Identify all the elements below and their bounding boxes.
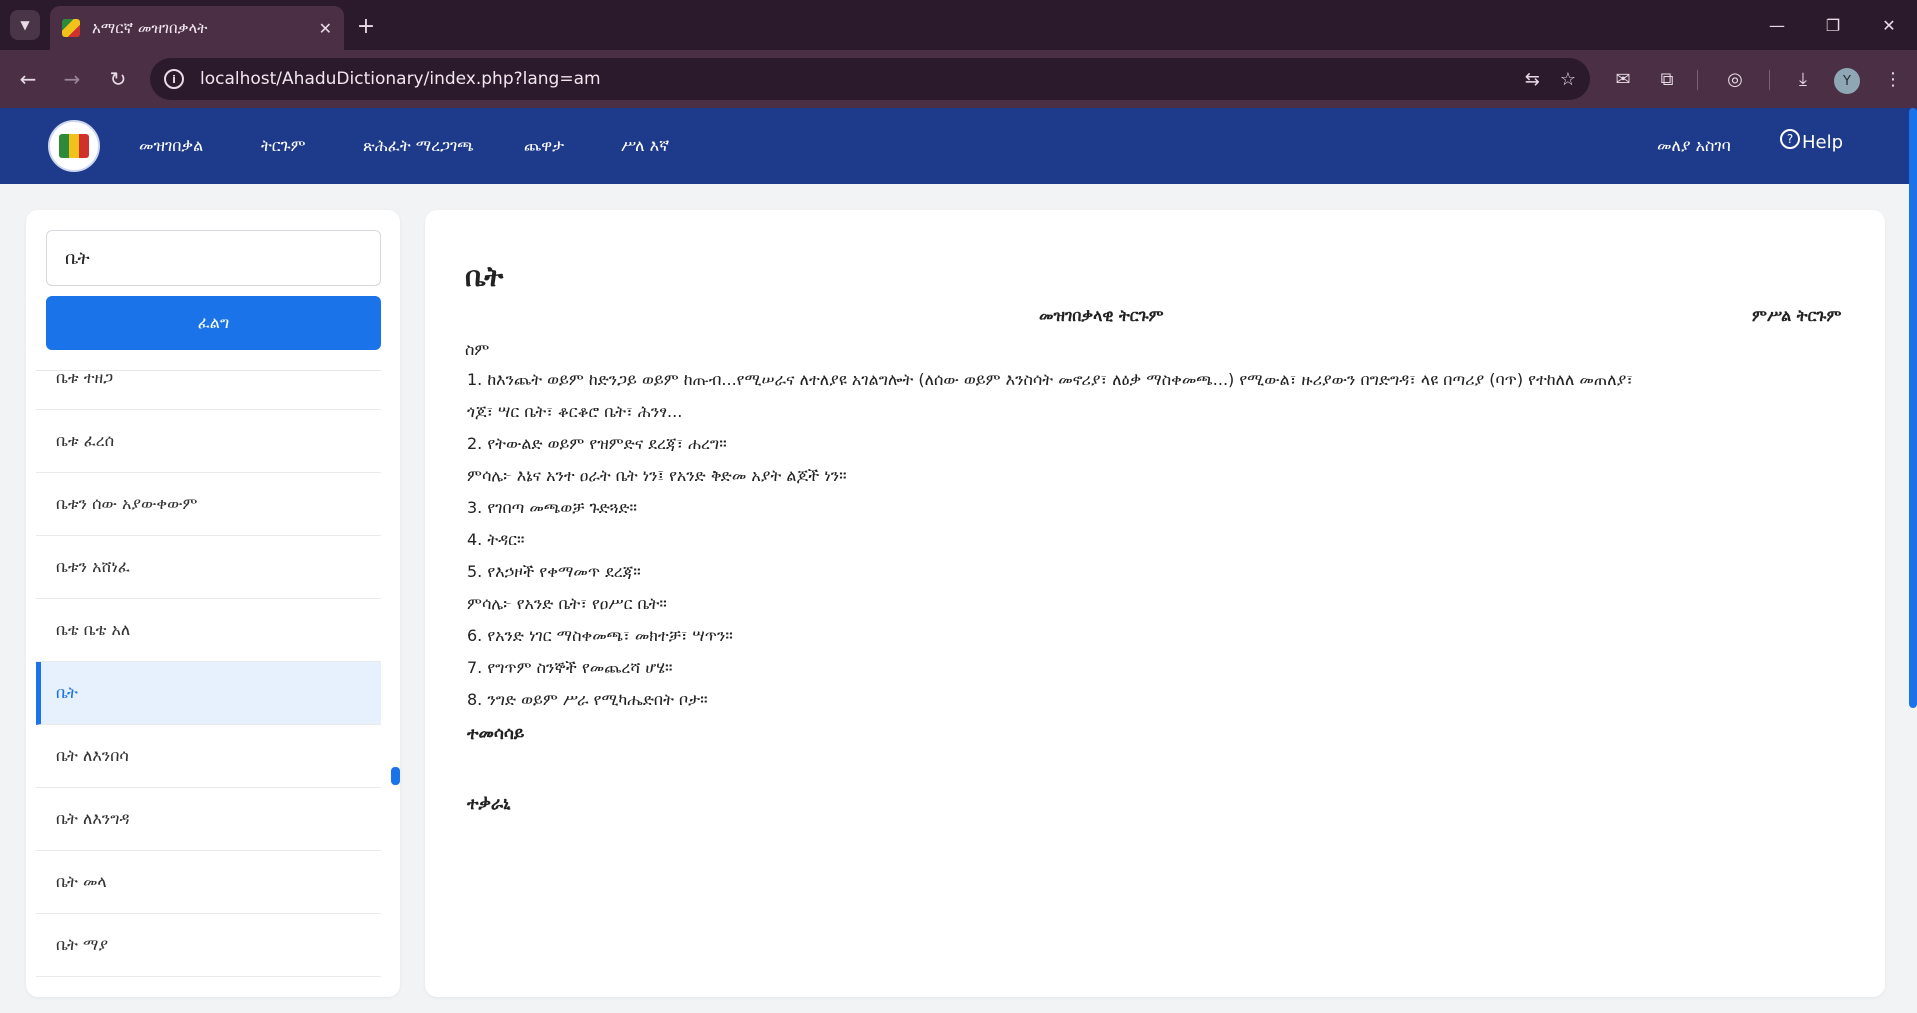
synonyms-heading: ተመሳሳይ [467,724,525,744]
part-of-speech: ስም [465,340,490,359]
nav-spell-check[interactable]: ጽሕፈት ማረጋገጫ [363,136,474,156]
example-column-heading: ምሥል ትርጉም [1752,306,1842,325]
search-input[interactable] [46,230,381,286]
browser-tab-active[interactable]: አማርኛ መዝገበቃላት ✕ [50,6,344,50]
mail-icon[interactable]: ✉ [1609,65,1637,93]
definition-line: 2. የትውልድ ወይም የዝምድና ደረጃ፣ ሐረግ። [467,434,727,453]
word-list-item[interactable]: ቤት መላ [36,851,381,914]
screenshot-icon[interactable]: ◎ [1721,65,1749,93]
tab-list-chevron-icon[interactable]: ▼ [10,10,40,40]
help-link[interactable]: ? Help [1780,128,1844,153]
word-list-item[interactable]: ቤቱ ፈረሰ [36,410,381,473]
browser-tab-bar: ▼ አማርኛ መዝገበቃላት ✕ + — ❐ ✕ [0,0,1917,50]
new-tab-button[interactable]: + [352,12,380,40]
word-list-item[interactable]: ቤት [36,662,381,725]
site-favicon-icon [62,19,80,37]
forward-arrow-icon[interactable]: → [58,65,86,93]
nav-about[interactable]: ሥለ እኛ [621,136,669,156]
word-list-items: ቤቱ ተዘጋ ቤቱ ፈረሰ ቤቱን ሰው አያውቀውም ቤቱን አሸነፈ ቤቴ ቤቴ አ… [36,371,381,997]
extensions-puzzle-icon[interactable]: ⧉ [1653,65,1681,93]
word-list-scrollbar[interactable] [391,767,400,785]
site-header: መዝገበቃል ትርጉም ጽሕፈት ማረጋገጫ ጨዋታ ሥለ እኛ መለያ አስገ… [0,108,1917,184]
profile-avatar[interactable]: Y [1834,68,1860,94]
site-info-icon[interactable]: i [164,69,184,89]
site-logo[interactable] [48,120,100,172]
definition-line: ምሳሌ፦ እኔና አንተ ዐራት ቤት ነን፤ የአንድ ቅድመ አያት ልጆች… [467,466,847,485]
browser-toolbar: ← → ↻ i localhost/AhaduDictionary/index.… [0,50,1917,108]
word-list[interactable]: ቤቱ ተዘጋ ቤቱ ፈረሰ ቤቱን ሰው አያውቀውም ቤቱን አሸነፈ ቤቴ ቤቴ አ… [36,370,381,997]
help-question-icon: ? [1780,128,1800,149]
word-list-item[interactable]: ቤቱን አሸነፈ [36,536,381,599]
definition-line: 6. የአንድ ነገር ማስቀመጫ፣ መክተቻ፣ ሣጥን። [467,626,733,645]
close-tab-icon[interactable]: ✕ [319,19,332,38]
download-icon[interactable]: ⤓ [1789,65,1817,93]
definition-line: 3. የገበጣ መጫወቻ ጉድጓድ። [467,498,638,517]
definition-line: ምሳሌ፦ የአንድ ቤት፣ የዐሥር ቤት። [467,594,667,613]
toolbar-divider [1697,70,1698,90]
back-arrow-icon[interactable]: ← [14,65,42,93]
word-list-item[interactable]: ቤቴ ቤቴ አለ [36,599,381,662]
definition-line: 7. የግጥም ስንኞች የመጨረሻ ሆሄ። [467,658,673,677]
reload-icon[interactable]: ↻ [104,65,132,93]
minimize-icon[interactable]: — [1762,10,1792,40]
word-list-item[interactable]: ቤት ለእንበሳ [36,725,381,788]
word-list-item[interactable]: ቤት ማያ [36,914,381,977]
definition-line: 4. ትዳር። [467,530,525,549]
close-window-icon[interactable]: ✕ [1874,10,1904,40]
word-list-item[interactable]: ቤት ለእንግዳ [36,788,381,851]
logo-flag-icon [59,134,89,158]
definition-line: 8. ንግድ ወይም ሥራ የሚካሔድበት ቦታ። [467,690,708,709]
translate-icon[interactable]: ⇆ [1525,69,1540,90]
restore-icon[interactable]: ❐ [1818,10,1848,40]
help-label: Help [1802,132,1844,153]
nav-games[interactable]: ጨዋታ [524,136,564,156]
entry-panel: ቤት መዝገበቃላዊ ትርጉም ምሥል ትርጉም ስም 1. ከእንጨት ወይም… [425,210,1885,997]
definition-line: ጎጆ፣ ሣር ቤት፣ ቆርቆሮ ቤት፣ ሕንፃ... [467,402,683,421]
more-menu-icon[interactable]: ⋮ [1879,65,1907,93]
tab-title: አማርኛ መዝገበቃላት [92,19,208,37]
definition-column-heading: መዝገበቃላዊ ትርጉም [1039,306,1164,325]
url-text[interactable]: localhost/AhaduDictionary/index.php?lang… [200,69,1505,89]
search-button[interactable]: ፈልግ [46,296,381,350]
page-scrollbar[interactable] [1909,108,1917,708]
definition-line: 5. የእኃዞች የቀማመጥ ደረጃ። [467,562,641,581]
entry-headword: ቤት [465,260,504,293]
address-bar[interactable]: i localhost/AhaduDictionary/index.php?la… [150,58,1590,100]
nav-translation[interactable]: ትርጉም [261,136,306,156]
login-link[interactable]: መለያ አስገባ [1657,136,1731,156]
word-sidebar: ፈልግ ቤቱ ተዘጋቤቱ ፈረሰቤቱን ሰው አያውቀውምቤቱን አሸነፈቤቴ … [26,210,400,997]
word-list-item[interactable]: ቤት ለቤት [36,977,381,997]
toolbar-divider [1769,70,1770,90]
nav-dictionary[interactable]: መዝገበቃል [139,136,203,156]
bookmark-star-icon[interactable]: ☆ [1560,69,1576,90]
word-list-item[interactable]: ቤቱ ተዘጋ [36,371,381,410]
word-list-item[interactable]: ቤቱን ሰው አያውቀውም [36,473,381,536]
definition-line: 1. ከእንጨት ወይም ከድንጋይ ወይም ከጡብ...የሚሠራና ለተለያዩ… [467,370,1633,389]
antonyms-heading: ተቃራኒ [467,794,511,814]
